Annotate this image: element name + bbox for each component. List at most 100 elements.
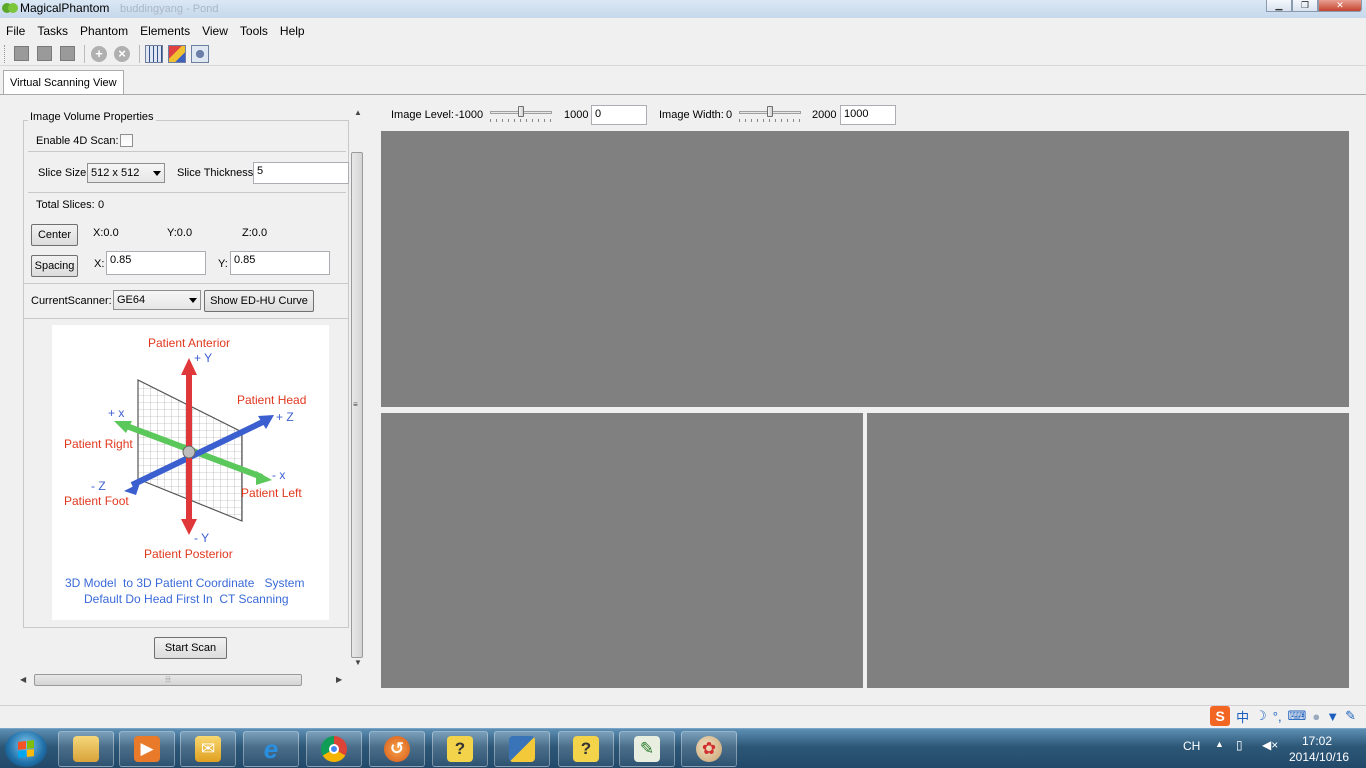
toolbar-separator [84,44,85,63]
taskbar-media-player[interactable]: ▶ [119,731,175,767]
media-player-icon: ▶ [134,736,160,762]
coronal-viewport[interactable] [867,413,1349,688]
scroll-down-icon[interactable]: ▼ [354,658,362,667]
image-width-slider[interactable] [737,104,807,124]
center-button[interactable]: Center [31,224,78,246]
image-level-slider[interactable] [488,104,558,124]
new-icon [13,46,29,61]
tab-virtual-scanning-view[interactable]: Virtual Scanning View [3,70,124,95]
taskbar-outlook[interactable]: ✉ [180,731,236,767]
new-button[interactable] [11,44,31,64]
slider-ticks [739,119,803,122]
spacing-y-input[interactable]: 0.85 [230,251,330,275]
chrome-icon [321,736,347,762]
image-level-label: Image Level: [391,109,454,121]
menu-help[interactable]: Help [274,22,311,41]
toolbar: + × [0,42,1366,66]
divider [28,192,346,193]
left-panel-horizontal-scrollbar[interactable]: ◀ ⦙⦙⦙ ▶ [16,672,346,688]
scroll-up-icon[interactable]: ▲ [354,108,362,117]
slice-size-label: Slice Size: [38,167,90,179]
open-button[interactable] [34,44,54,64]
close-button[interactable]: ✕ [1318,0,1362,12]
start-scan-button[interactable]: Start Scan [154,637,227,659]
left-panel-vertical-scrollbar[interactable]: ▲ ≡ ▼ [349,106,365,669]
patient-right-label: Patient Right [64,437,133,451]
scan-view-button[interactable] [144,44,164,64]
maximize-button[interactable]: ❐ [1292,0,1318,12]
taskbar-internet-explorer[interactable]: e [243,731,299,767]
toolbar-grip[interactable] [4,44,7,63]
menu-elements[interactable]: Elements [134,22,196,41]
open-icon [36,46,52,61]
network-icon[interactable]: ▯ [1236,738,1243,768]
image-level-input[interactable]: 0 [591,105,647,125]
slider-thumb[interactable] [767,106,773,117]
taskbar-help[interactable]: ? [432,731,488,767]
taskbar-editor[interactable]: ✎ [619,731,675,767]
ime-toolbar: S 中 ☽ °, ⌨ ● ▼ ✎ [1210,706,1356,726]
remove-button[interactable]: × [112,44,132,64]
taskbar-python[interactable] [494,731,550,767]
moon-icon[interactable]: ☽ [1255,708,1267,724]
menu-file[interactable]: File [0,22,31,41]
taskbar-paint[interactable]: ✿ [681,731,737,767]
axial-viewport[interactable] [381,131,1349,407]
taskbar-scanner-app[interactable]: ↺ [369,731,425,767]
window-controls: ▁ ❐ ✕ [1266,0,1362,12]
center-y-value: Y:0.0 [167,227,193,239]
scroll-left-icon[interactable]: ◀ [20,675,26,684]
coordinate-diagram: Patient Anterior + Y Patient Head + Z + … [64,336,306,606]
horizontal-scroll-thumb[interactable]: ⦙⦙⦙ [34,674,302,686]
taskbar: ▶ ✉ e ↺ ? ? ✎ ✿ [0,728,1366,768]
user-icon[interactable]: ● [1312,709,1320,724]
show-ed-hu-curve-button[interactable]: Show ED-HU Curve [204,290,314,312]
patient-left-label: Patient Left [241,486,302,500]
taskbar-help-2[interactable]: ? [558,731,614,767]
clock-date[interactable]: 2014/10/16 [1289,750,1349,768]
dose-button[interactable] [167,44,187,64]
punctuation-icon[interactable]: °, [1273,709,1282,724]
grid-view-icon [145,44,163,63]
image-width-min: 0 [726,109,733,121]
patient-head-label: Patient Head [237,393,306,407]
image-width-input[interactable]: 1000 [840,105,896,125]
volume-muted-icon[interactable]: ◀× [1262,738,1278,768]
slice-thickness-input[interactable]: 5 [253,162,349,184]
keyboard-icon[interactable]: ⌨ [1288,708,1307,724]
scanner-select[interactable]: GE64 [113,290,201,310]
scroll-right-icon[interactable]: ▶ [336,675,342,684]
show-hidden-icons-icon[interactable]: ▲ [1215,739,1224,768]
taskbar-chrome[interactable] [306,731,362,767]
menu-tasks[interactable]: Tasks [31,22,74,41]
taskbar-explorer[interactable] [58,731,114,767]
spacing-x-input[interactable]: 0.85 [106,251,206,275]
enable-4d-checkbox[interactable] [120,134,133,147]
sagittal-viewport[interactable] [381,413,863,688]
spacing-button[interactable]: Spacing [31,255,78,277]
grip-icon: ≡ [353,400,358,409]
menu-view[interactable]: View [196,22,234,41]
sogou-input-icon[interactable]: S [1210,706,1231,726]
cross-icon: × [114,45,130,62]
patient-anterior-label: Patient Anterior [148,336,230,350]
save-icon [59,46,75,61]
slice-size-select[interactable]: 512 x 512 [87,163,165,183]
menu-tools[interactable]: Tools [234,22,274,41]
wrench-icon[interactable]: ✎ [1345,708,1356,724]
settings-button[interactable] [190,44,210,64]
minus-x-label: - x [272,468,285,482]
windows-logo-icon [18,740,34,758]
patient-posterior-label: Patient Posterior [144,547,233,561]
language-indicator[interactable]: CH [1183,739,1200,768]
add-button[interactable]: + [89,44,109,64]
start-button[interactable] [5,731,47,767]
shirt-icon[interactable]: ▼ [1326,709,1339,724]
save-button[interactable] [57,44,77,64]
slider-thumb[interactable] [518,106,524,117]
chinese-mode-icon[interactable]: 中 [1236,707,1249,726]
menu-phantom[interactable]: Phantom [74,22,134,41]
help-icon: ? [573,736,599,762]
image-width-max: 2000 [812,109,837,121]
minimize-button[interactable]: ▁ [1266,0,1292,12]
